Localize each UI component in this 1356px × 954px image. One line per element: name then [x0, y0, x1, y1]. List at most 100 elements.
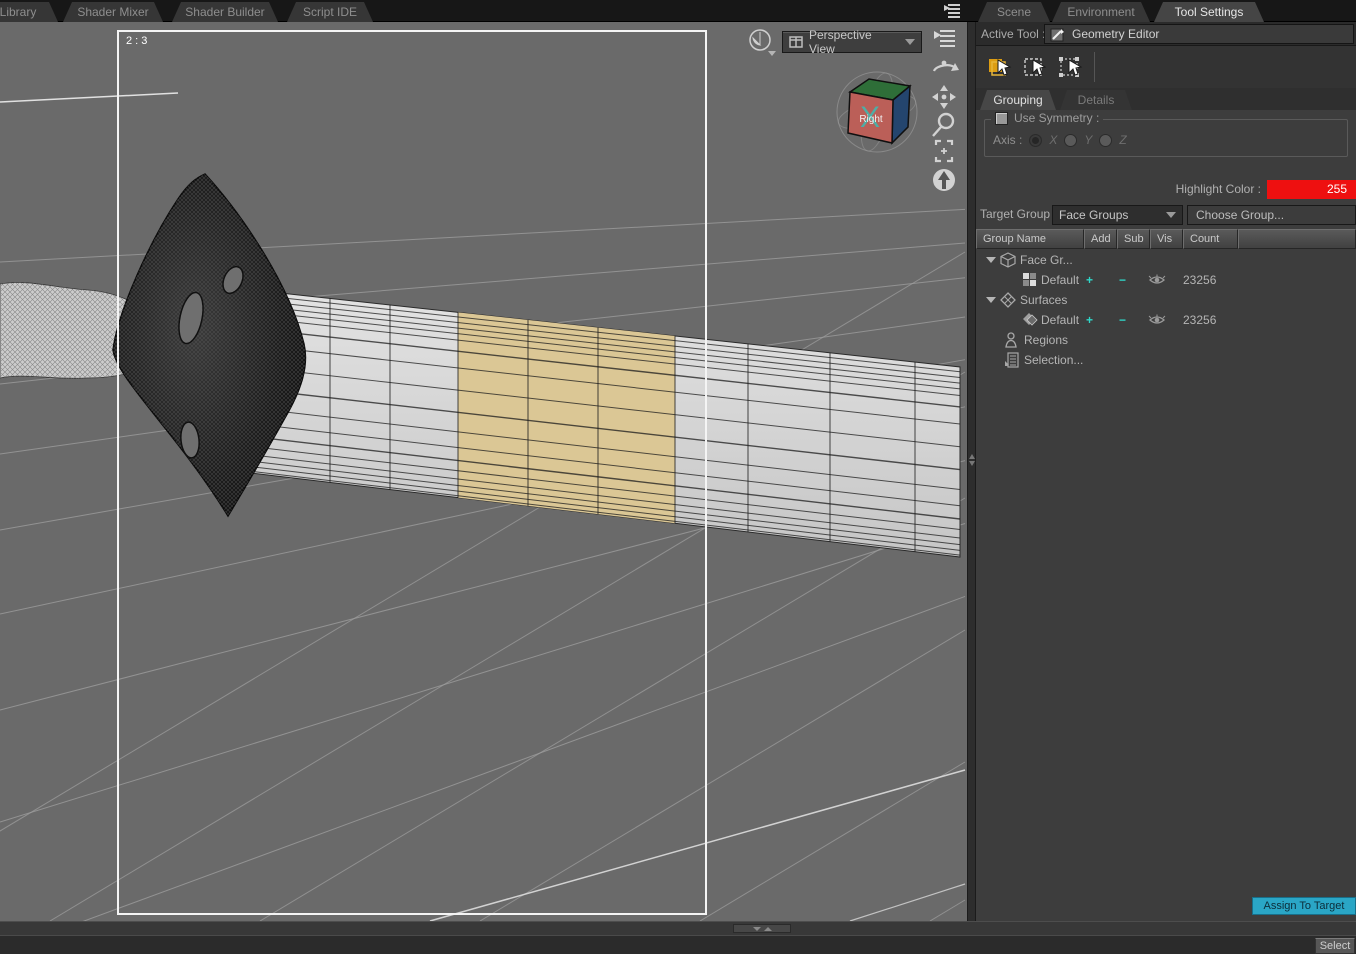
cube-face-label: Right [859, 114, 883, 125]
axis-z-label: Z [1119, 133, 1127, 147]
application-window: Library Shader Mixer Shader Builder Scri… [0, 0, 1356, 954]
lasso-select-icon [1024, 58, 1047, 76]
tab-grouping[interactable]: Grouping [980, 90, 1056, 110]
highlight-color-label: Highlight Color : [1175, 182, 1261, 196]
tree-row-face-groups[interactable]: Face Gr... [976, 250, 1356, 270]
target-group-row: Target Group : Face Groups Choose Group.… [976, 205, 1356, 225]
highlight-color-swatch[interactable]: 255 [1267, 180, 1356, 199]
person-icon [1005, 332, 1017, 348]
column-header-vis[interactable]: Vis [1150, 229, 1183, 249]
expander-icon[interactable] [986, 257, 996, 263]
face-count: 23256 [1183, 313, 1217, 327]
tab-tool-settings[interactable]: Tool Settings [1154, 2, 1264, 22]
tree-row-facegroup-default[interactable]: Default + − 23256 [976, 270, 1356, 290]
column-header-filler [1238, 229, 1356, 249]
orbit-icon[interactable] [932, 60, 959, 72]
pane-splitter[interactable] [967, 22, 976, 921]
target-group-label: Target Group : [980, 207, 1057, 221]
add-to-group-button[interactable]: + [1086, 310, 1093, 330]
tab-details[interactable]: Details [1060, 90, 1132, 110]
splitter-grip-icon[interactable] [969, 452, 975, 468]
tree-row-selection-sets[interactable]: Selection... [976, 350, 1356, 370]
axis-x-radio[interactable] [1029, 133, 1043, 147]
visibility-eye-icon[interactable] [1148, 274, 1166, 286]
geometry-editor-icon [1050, 28, 1064, 41]
active-tool-row: Active Tool : Geometry Editor [976, 22, 1356, 46]
expander-icon[interactable] [986, 297, 996, 303]
view-selector-label: Perspective View [809, 28, 872, 56]
tab-shader-mixer[interactable]: Shader Mixer [63, 2, 163, 22]
status-bar: Select [0, 935, 1356, 954]
tab-scene[interactable]: Scene [978, 2, 1050, 22]
viewport-3d[interactable]: 2 : 3 Perspective View X Right [0, 22, 967, 921]
subtract-from-group-button[interactable]: − [1119, 270, 1126, 290]
viewport-pane-icon [789, 36, 803, 48]
aim-icon[interactable] [933, 169, 955, 191]
select-mode-indicator[interactable]: Select [1315, 938, 1355, 954]
axis-label: Axis : [993, 133, 1023, 147]
pane-options-icon[interactable] [943, 3, 961, 19]
assign-row: Assign To Target [976, 896, 1356, 918]
tab-environment[interactable]: Environment [1052, 2, 1150, 22]
camera-menu-icon[interactable] [746, 27, 778, 57]
tool-settings-panel: Active Tool : Geometry Editor Grouping D… [976, 22, 1356, 921]
active-tool-label: Active Tool : [981, 27, 1046, 41]
axis-z-radio[interactable] [1099, 133, 1113, 147]
view-cube-gizmo[interactable]: X Right [827, 62, 927, 162]
aspect-ratio-label: 2 : 3 [126, 35, 148, 47]
axis-y-label: Y [1084, 133, 1093, 147]
selection-mode-toolbar [976, 46, 1356, 88]
toolbar-divider [1094, 52, 1095, 82]
viewport-options-icon[interactable] [932, 28, 958, 48]
active-tool-value: Geometry Editor [1072, 27, 1160, 41]
assign-to-target-button[interactable]: Assign To Target [1252, 897, 1356, 915]
column-header-sub[interactable]: Sub [1117, 229, 1150, 249]
subtract-from-group-button[interactable]: − [1119, 310, 1126, 330]
view-selector-dropdown[interactable]: Perspective View [782, 28, 922, 56]
tab-shader-builder[interactable]: Shader Builder [172, 2, 278, 22]
tab-library[interactable]: Library [0, 2, 58, 22]
face-count: 23256 [1183, 273, 1217, 287]
zoom-icon[interactable] [932, 112, 955, 137]
column-header-group-name[interactable]: Group Name [976, 229, 1084, 249]
use-symmetry-label: Use Symmetry : [1014, 111, 1100, 125]
group-table-header: Group Name Add Sub Vis Count [976, 229, 1356, 249]
aspect-frame: 2 : 3 [117, 30, 707, 915]
visibility-eye-icon[interactable] [1148, 314, 1166, 326]
chevron-down-icon [905, 39, 915, 45]
cube-icon [1000, 252, 1016, 268]
marquee-select-button[interactable] [984, 52, 1014, 82]
pan-icon[interactable] [932, 85, 956, 109]
column-header-add[interactable]: Add [1084, 229, 1117, 249]
choose-group-button[interactable]: Choose Group... [1187, 205, 1356, 225]
top-tab-bar: Library Shader Mixer Shader Builder Scri… [0, 0, 1356, 22]
use-symmetry-checkbox[interactable] [995, 111, 1008, 125]
surfaces-icon [1000, 292, 1016, 308]
lasso-select-button[interactable] [1020, 52, 1050, 82]
drawer-handle[interactable] [733, 924, 791, 933]
vertex-select-button[interactable] [1056, 52, 1086, 82]
group-tree: Face Gr... Default + − 23256 Surfaces De… [976, 250, 1356, 370]
marquee-select-icon [989, 59, 1012, 76]
facegroup-icon [1023, 273, 1036, 286]
frame-icon[interactable] [934, 139, 954, 163]
tree-row-surface-default[interactable]: Default + − 23256 [976, 310, 1356, 330]
target-group-dropdown[interactable]: Face Groups [1052, 205, 1183, 225]
viewport-nav-toolbar [932, 60, 959, 191]
selection-icon [1005, 352, 1019, 368]
active-tool-select[interactable]: Geometry Editor [1044, 24, 1354, 44]
highlight-color-row: Highlight Color : 255 [976, 180, 1356, 200]
axis-x-label: X [1049, 133, 1058, 147]
tree-row-surfaces[interactable]: Surfaces [976, 290, 1356, 310]
chevron-down-icon [1166, 212, 1176, 218]
axis-y-radio[interactable] [1064, 133, 1078, 147]
tree-row-regions[interactable]: Regions [976, 330, 1356, 350]
vertex-select-icon [1059, 57, 1083, 77]
tab-script-ide[interactable]: Script IDE [287, 2, 373, 22]
add-to-group-button[interactable]: + [1086, 270, 1093, 290]
surface-icon [1023, 313, 1038, 326]
viewport-bottom-strip [0, 921, 1356, 935]
panel-tab-strip: Grouping Details [976, 88, 1356, 110]
symmetry-groupbox: Use Symmetry : Axis : X Y Z [984, 111, 1348, 157]
column-header-count[interactable]: Count [1183, 229, 1238, 249]
